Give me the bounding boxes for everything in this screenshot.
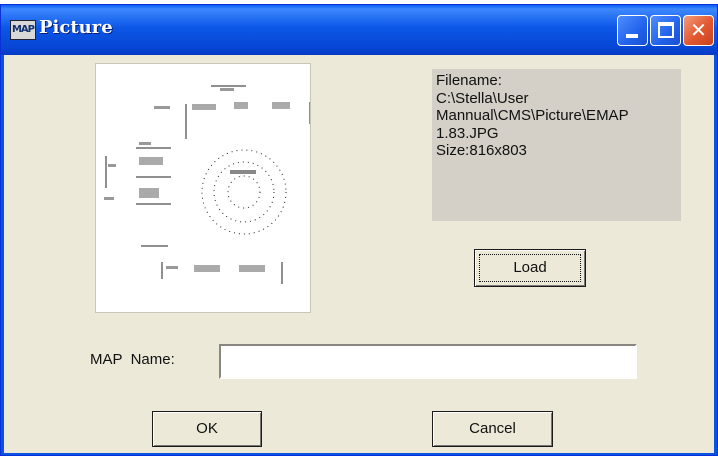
maximize-button[interactable] xyxy=(650,15,681,46)
close-icon: ✕ xyxy=(690,18,707,42)
window-title: Picture xyxy=(39,17,113,38)
minimize-button[interactable] xyxy=(617,15,648,46)
close-button[interactable]: ✕ xyxy=(683,15,714,46)
file-info-line: 1.83.JPG xyxy=(436,124,499,142)
maximize-icon xyxy=(658,22,674,38)
title-bar[interactable]: MAP Picture ✕ xyxy=(1,5,717,55)
load-button-label: Load xyxy=(513,259,547,276)
ok-button[interactable]: OK xyxy=(152,411,262,447)
map-name-label: MAP Name: xyxy=(90,351,175,368)
load-button[interactable]: Load xyxy=(474,249,586,287)
file-info-line: C:\Stella\User xyxy=(436,89,529,107)
file-info-panel: Filename: C:\Stella\User Mannual\CMS\Pic… xyxy=(432,69,681,221)
map-thumbnail-image xyxy=(104,85,311,284)
minimize-icon xyxy=(626,34,638,38)
picture-dialog: MAP Picture ✕ Filename: C:\Stella\User M… xyxy=(0,4,718,456)
dialog-body: Filename: C:\Stella\User Mannual\CMS\Pic… xyxy=(4,55,714,453)
cancel-button[interactable]: Cancel xyxy=(432,411,553,447)
picture-preview xyxy=(95,63,311,313)
map-name-input[interactable] xyxy=(219,344,637,379)
file-info-line: Size:816x803 xyxy=(436,142,527,159)
file-info-line: Mannual\CMS\Picture\EMAP xyxy=(436,107,629,124)
map-app-icon: MAP xyxy=(10,20,36,40)
file-info-line: Filename: xyxy=(436,72,502,89)
